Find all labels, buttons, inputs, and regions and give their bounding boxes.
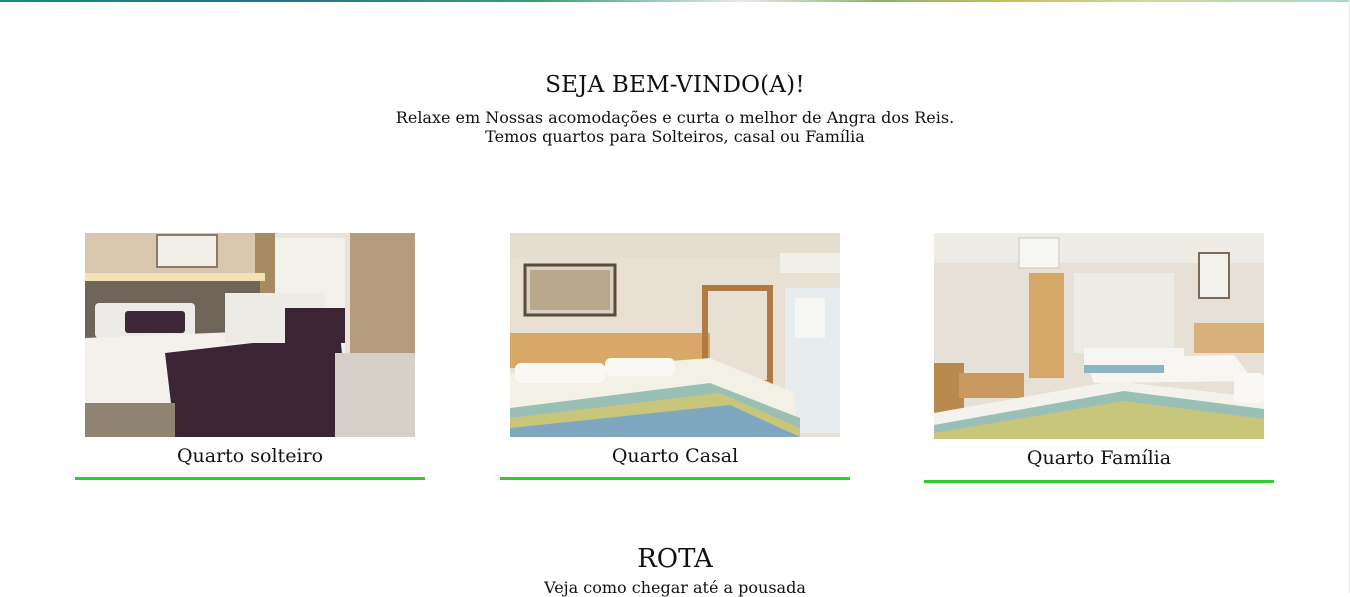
room-card-familia[interactable]: Quarto Família	[924, 233, 1274, 483]
rota-subtitle: Veja como chegar até a pousada	[544, 578, 806, 597]
rota-title: ROTA	[637, 544, 713, 574]
rota-section: ROTA Veja como chegar até a pousada	[0, 544, 1350, 597]
room-underline-familia	[924, 480, 1274, 483]
room-label-familia[interactable]: Quarto Família	[924, 447, 1274, 469]
room-underline-casal	[500, 477, 850, 480]
room-label-solteiro[interactable]: Quarto solteiro	[75, 445, 425, 467]
room-card-casal[interactable]: Quarto Casal	[500, 233, 850, 480]
rooms-section: Quarto solteiro Quarto Casal Quarto Famí…	[0, 0, 1350, 593]
room-underline-solteiro	[75, 477, 425, 480]
room-photo-familia[interactable]	[934, 233, 1264, 439]
room-photo-casal[interactable]	[510, 233, 840, 437]
room-photo-solteiro[interactable]	[85, 233, 415, 437]
room-label-casal[interactable]: Quarto Casal	[500, 445, 850, 467]
room-card-solteiro[interactable]: Quarto solteiro	[75, 233, 425, 480]
